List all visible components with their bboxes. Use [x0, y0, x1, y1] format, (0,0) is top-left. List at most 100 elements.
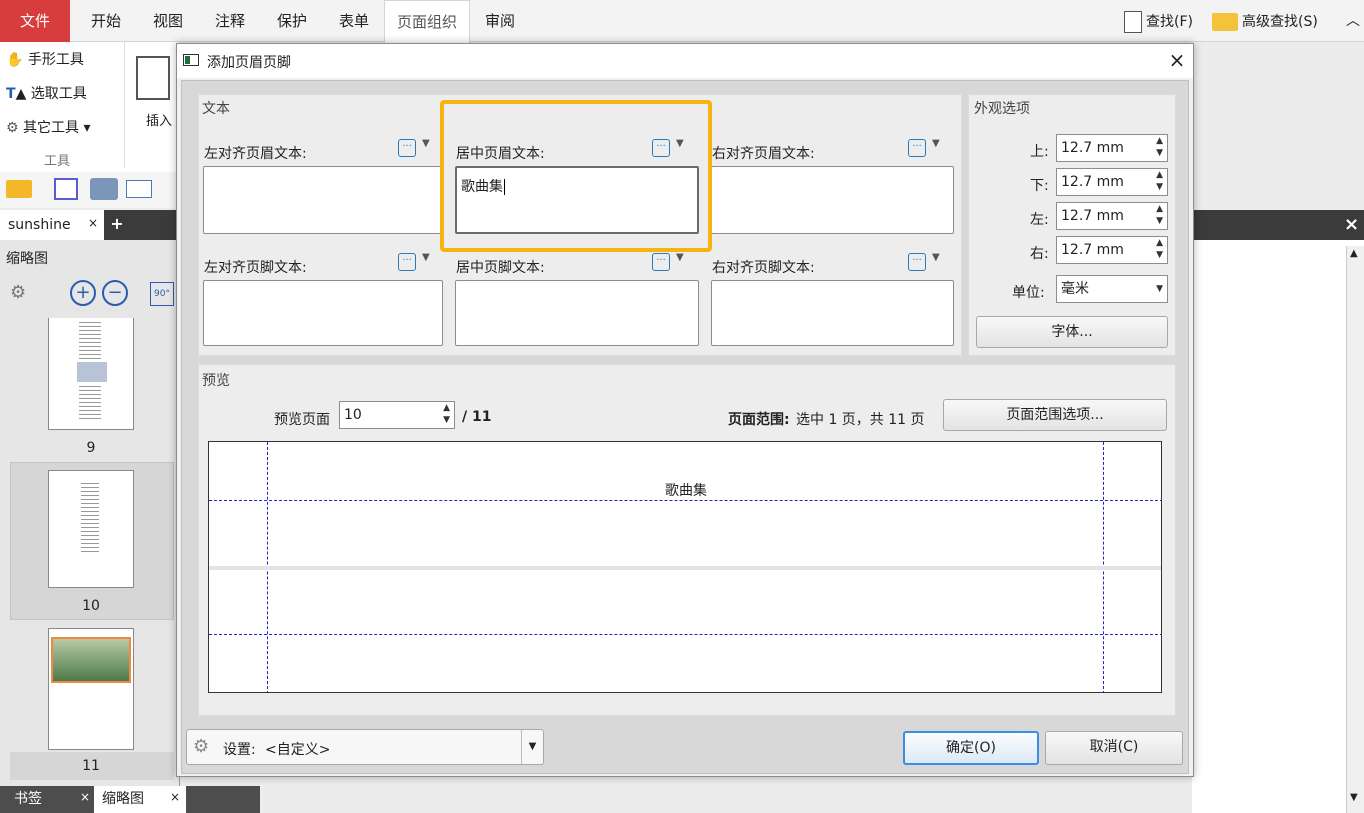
page-illustration — [77, 362, 107, 382]
top-margin-guide — [209, 500, 1161, 501]
other-tools-button[interactable]: ⚙ 其它工具 ▾ — [6, 114, 91, 142]
footer-right-label: 右对齐页脚文本: — [712, 260, 815, 276]
margin-top-spinner[interactable]: 12.7 mm ▲ ▼ — [1056, 134, 1168, 162]
preview-total: / 11 — [462, 409, 492, 425]
tab-form[interactable]: 表单 — [326, 0, 382, 42]
thumbnail-label-11: 11 — [82, 758, 100, 774]
page-text-lines — [79, 386, 101, 422]
insert-label: 插入 — [146, 114, 173, 129]
thumbnail-toolbar: ⚙ + − 90° — [6, 278, 176, 312]
thumbnail-page-11[interactable] — [48, 628, 134, 750]
advanced-find-button[interactable]: 高级查找(S) — [1212, 8, 1332, 34]
ok-button[interactable]: 确定(O) — [903, 731, 1039, 765]
margin-left-spinner[interactable]: 12.7 mm ▲ ▼ — [1056, 202, 1168, 230]
spinner-arrows-icon[interactable]: ▲ ▼ — [1156, 135, 1163, 159]
email-icon[interactable] — [126, 180, 152, 198]
hand-icon: ✋ — [6, 52, 24, 68]
preview-group-title: 预览 — [202, 373, 230, 389]
page-range-text: 选中 1 页，共 11 页 — [796, 412, 925, 428]
macro-icon: ··· — [398, 139, 416, 157]
quick-access-toolbar — [0, 172, 180, 208]
header-left-macro-button[interactable]: ··· ▼ — [398, 138, 438, 160]
preview-page-label: 预览页面 — [274, 412, 330, 428]
spinner-arrows-icon[interactable]: ▲ ▼ — [443, 402, 450, 426]
close-tab-icon[interactable]: × — [88, 208, 98, 238]
margin-bottom-spinner[interactable]: 12.7 mm ▲ ▼ — [1056, 168, 1168, 196]
thumbnail-page-10[interactable] — [48, 470, 134, 588]
footer-right-macro-button[interactable]: ··· ▼ — [908, 252, 948, 274]
zoom-out-icon[interactable]: − — [102, 280, 128, 306]
header-right-input[interactable] — [711, 166, 954, 234]
chevron-down-icon[interactable]: ▼ — [521, 730, 543, 764]
settings-gear-icon: ⚙ — [193, 736, 210, 757]
dialog-titlebar: 添加页眉页脚 × — [177, 44, 1193, 78]
ribbon-panel: ✋ 手形工具 T▲ 选取工具 ⚙ 其它工具 ▾ 工具 插入 — [0, 42, 180, 172]
close-document-icon[interactable]: × — [1344, 214, 1359, 235]
page-range-options-button[interactable]: 页面范围选项... — [943, 399, 1167, 431]
unit-select[interactable]: 毫米 ▼ — [1056, 275, 1168, 303]
spinner-arrows-icon[interactable]: ▲ ▼ — [1156, 169, 1163, 193]
tab-protect[interactable]: 保护 — [264, 0, 320, 42]
thumbnail-options-icon[interactable]: ⚙ — [10, 282, 26, 303]
print-icon[interactable] — [90, 178, 118, 200]
font-button[interactable]: 字体... — [976, 316, 1168, 348]
footer-left-macro-button[interactable]: ··· ▼ — [398, 252, 438, 274]
bookmarks-tab[interactable]: 书签 × — [0, 786, 94, 813]
tab-file[interactable]: 文件 — [0, 0, 70, 42]
tab-organize[interactable]: 页面组织 — [384, 0, 470, 43]
spinner-arrows-icon[interactable]: ▲ ▼ — [1156, 237, 1163, 261]
close-bookmarks-icon[interactable]: × — [80, 784, 90, 811]
scroll-up-icon[interactable]: ▲ — [1350, 248, 1358, 259]
select-tool-button[interactable]: T▲ 选取工具 — [6, 80, 87, 108]
thumbnail-label-10: 10 — [82, 598, 100, 614]
text-select-icon: T — [6, 86, 16, 102]
chevron-down-icon: ▼ — [676, 252, 684, 263]
close-thumbnails-icon[interactable]: × — [170, 784, 180, 811]
macro-icon: ··· — [908, 139, 926, 157]
margin-top-label: 上: — [1030, 144, 1049, 160]
margin-left-label: 左: — [1030, 212, 1049, 228]
header-right-macro-button[interactable]: ··· ▼ — [908, 138, 948, 160]
tab-review[interactable]: 审阅 — [472, 0, 528, 42]
footer-right-input[interactable] — [711, 280, 954, 346]
text-group-title: 文本 — [202, 101, 230, 117]
footer-center-macro-button[interactable]: ··· ▼ — [652, 252, 692, 274]
header-left-input[interactable] — [203, 166, 443, 234]
document-tab[interactable]: sunshine × — [0, 210, 104, 240]
thumbnails-tab[interactable]: 缩略图 × — [94, 786, 186, 813]
tab-comment[interactable]: 注释 — [202, 0, 258, 42]
open-folder-icon[interactable] — [6, 180, 32, 198]
page-range-label: 页面范围: — [728, 412, 790, 428]
document-view — [1192, 240, 1364, 813]
hand-tool-button[interactable]: ✋ 手形工具 — [6, 46, 84, 74]
footer-left-input[interactable] — [203, 280, 443, 346]
macro-icon: ··· — [908, 253, 926, 271]
tab-view[interactable]: 视图 — [140, 0, 196, 42]
save-icon[interactable] — [54, 178, 78, 200]
scroll-down-icon[interactable]: ▼ — [1350, 792, 1358, 803]
find-button[interactable]: 查找(F) — [1124, 8, 1208, 34]
folder-search-icon — [1212, 12, 1238, 31]
close-icon[interactable]: × — [1165, 48, 1189, 72]
page-break — [209, 566, 1161, 570]
margin-right-spinner[interactable]: 12.7 mm ▲ ▼ — [1056, 236, 1168, 264]
spinner-arrows-icon[interactable]: ▲ ▼ — [1156, 203, 1163, 227]
insert-page-icon[interactable] — [136, 56, 170, 100]
footer-center-input[interactable] — [455, 280, 699, 346]
settings-select[interactable]: ⚙ 设置: <自定义> ▼ — [186, 729, 544, 765]
page-text-lines — [79, 322, 101, 362]
thumbnail-page-9[interactable] — [48, 318, 134, 430]
rotate-icon[interactable]: 90° — [150, 282, 174, 306]
preview-page-spinner[interactable]: 10 ▲ ▼ — [339, 401, 455, 429]
margin-right-label: 右: — [1030, 246, 1049, 262]
tab-home[interactable]: 开始 — [78, 0, 134, 42]
cancel-button[interactable]: 取消(C) — [1045, 731, 1183, 765]
header-right-label: 右对齐页眉文本: — [712, 146, 815, 162]
document-tab-bar-right: × — [1192, 210, 1364, 240]
chevron-down-icon: ▼ — [1156, 284, 1163, 294]
add-tab-icon[interactable]: + — [108, 214, 126, 234]
collapse-ribbon-icon[interactable]: ︿ — [1346, 8, 1362, 34]
zoom-in-icon[interactable]: + — [70, 280, 96, 306]
margin-bottom-label: 下: — [1030, 178, 1049, 194]
vertical-scrollbar[interactable]: ▲ ▼ — [1346, 246, 1364, 813]
